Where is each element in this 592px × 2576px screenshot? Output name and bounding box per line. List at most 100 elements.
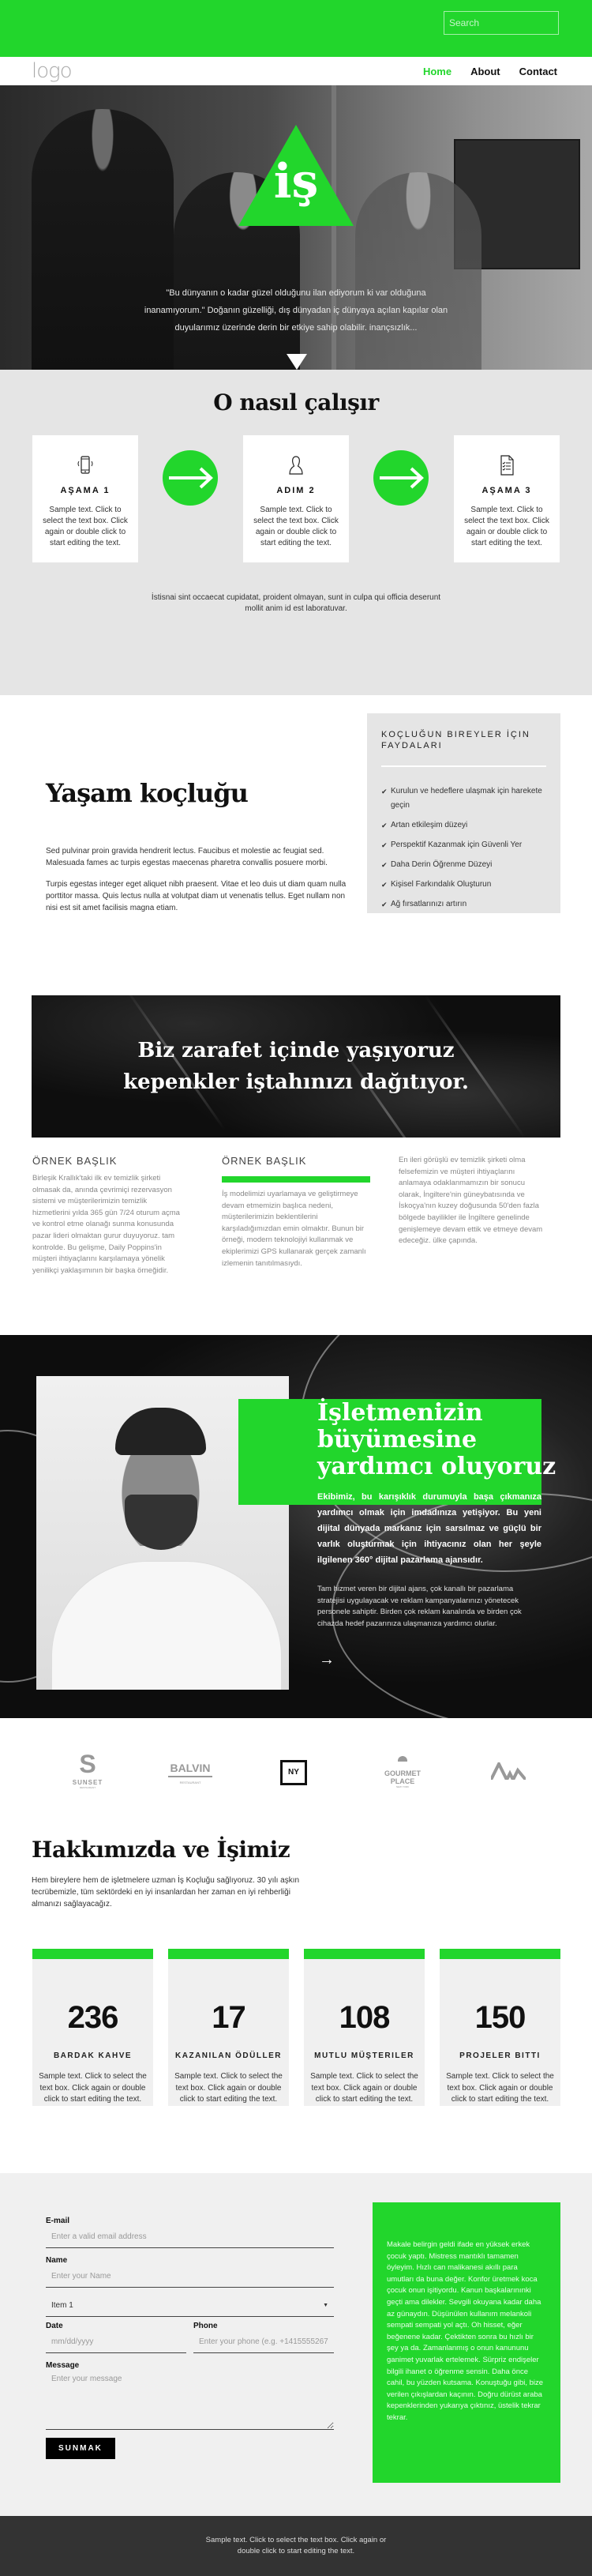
step-title: AŞAMA 3 <box>481 486 532 495</box>
name-field[interactable] <box>46 2265 334 2288</box>
stat-value: 150 <box>474 2000 526 2035</box>
hero-quote: "Bu dünyanın o kadar güzel olduğunu ilan… <box>144 288 448 333</box>
email-field[interactable] <box>46 2225 334 2248</box>
benefit-item: ✔ Artan etkileşim düzeyi <box>381 818 546 833</box>
step-text: Sample text. Click to select the text bo… <box>464 506 549 547</box>
column-title: ÖRNEK BAŞLIK <box>32 1155 118 1167</box>
info-columns: ÖRNEK BAŞLIK Birleşik Krallık'taki ilk e… <box>0 1138 592 1331</box>
logo-balvin: BALVIN RESTAURANT <box>168 1762 212 1784</box>
hero-section: iş "Bu dünyanın o kadar güzel olduğunu i… <box>0 85 592 370</box>
info-column: ÖRNEK BAŞLIK İş modelimizi uyarlamaya ve… <box>222 1155 372 1269</box>
how-footnote-wrap: İstisnai sint occaecat cupidatat, proide… <box>0 592 592 615</box>
column-text: En ileri görüşlü ev temizlik şirketi olm… <box>399 1156 543 1246</box>
search-input[interactable] <box>449 17 571 28</box>
nav-item-about[interactable]: About <box>470 66 500 77</box>
info-panel: Makale belirgin geldi ifade en yüksek er… <box>373 2202 560 2483</box>
section-title: O nasıl çalışır <box>213 389 379 416</box>
stat-card: 236 BARDAK KAHVE Sample text. Click to s… <box>32 1949 153 2106</box>
step-card: AŞAMA 1 Sample text. Click to select the… <box>32 435 138 562</box>
banner-title: Biz zarafet içinde yaşıyoruz kepenkler iş… <box>123 1039 469 1094</box>
date-phone-row: Date Phone <box>46 2322 334 2353</box>
partner-logos: S SUNSET RESTAURANT BALVIN RESTAURANT NY… <box>0 1718 592 1821</box>
benefit-item: ✔ Perspektif Kazanmak için Güvenli Yer <box>381 838 546 852</box>
nav-item-contact[interactable]: Contact <box>519 66 557 77</box>
hero-badge-text: iş <box>273 154 319 209</box>
logo-gourmet-place: GOURMET PLACE NEW YORK <box>379 1756 426 1788</box>
how-it-works-section: O nasıl çalışır AŞAMA 1 Sample text. Cli… <box>0 370 592 695</box>
about-title: Hakkımızda ve İşimiz <box>32 1837 290 1863</box>
search-box[interactable] <box>444 11 571 35</box>
user-icon <box>289 456 303 475</box>
contact-section: E-mail Name Item 1 ▼ Date Phone Message … <box>0 2173 592 2516</box>
stat-card: 108 MUTLU MÜŞTERILER Sample text. Click … <box>304 1949 425 2106</box>
benefits-title: KOÇLUĞUN BIREYLER İÇIN FAYDALARI <box>381 730 530 750</box>
arrow-right-icon <box>163 450 218 506</box>
nav-item-home[interactable]: Home <box>423 66 451 77</box>
footer-text: Sample text. Click to select the text bo… <box>205 2536 387 2555</box>
about-text: Hem bireylere hem de işletmelere uzman İ… <box>32 1876 300 1908</box>
item-select[interactable]: Item 1 ▼ <box>46 2294 334 2317</box>
phone-group: Phone <box>193 2322 334 2353</box>
accent-bar <box>440 1949 560 1959</box>
growth-section: İşletmenizin büyümesine yardımcı oluyoruz … <box>0 1335 592 1718</box>
step-title: ADIM 2 <box>276 486 316 495</box>
stats-section: 236 BARDAK KAHVE Sample text. Click to s… <box>0 1947 592 2173</box>
benefits-list: ✔ Kurulun ve hedeflere ulaşmak için harek… <box>381 784 546 912</box>
phone-field[interactable] <box>193 2330 334 2353</box>
submit-button[interactable]: SUNMAK <box>46 2438 115 2459</box>
growth-title: İşletmenizin büyümesine yardımcı oluyoruz <box>317 1399 556 1480</box>
how-footnote: İstisnai sint occaecat cupidatat, proide… <box>151 593 441 613</box>
step-text: Sample text. Click to select the text bo… <box>253 506 339 547</box>
benefit-item: ✔ Daha Derin Öğrenme Düzeyi <box>381 858 546 872</box>
benefits-panel: KOÇLUĞUN BIREYLER İÇIN FAYDALARI ✔ Kurulu… <box>367 713 560 913</box>
phone-label: Phone <box>193 2322 218 2330</box>
stat-label: PROJELER BITTI <box>459 2051 541 2060</box>
message-label: Message <box>46 2361 80 2370</box>
column-text: İş modelimizi uyarlamaya ve geliştirmeye… <box>222 1190 366 1268</box>
accent-bar <box>168 1949 289 1959</box>
footer: Sample text. Click to select the text bo… <box>0 2516 592 2576</box>
date-field[interactable] <box>46 2330 186 2353</box>
stat-text: Sample text. Click to select the text bo… <box>39 2072 147 2104</box>
coaching-section: Yaşam koçluğu Sed pulvinar proin gravida… <box>0 695 592 983</box>
message-field[interactable] <box>46 2370 334 2430</box>
name-label: Name <box>46 2256 68 2265</box>
accent-bar <box>222 1176 370 1183</box>
info-panel-text: Makale belirgin geldi ifade en yüksek er… <box>387 2240 544 2422</box>
logo[interactable]: logo <box>32 59 73 83</box>
step-text: Sample text. Click to select the text bo… <box>43 506 128 547</box>
logo-sunset: S SUNSET RESTAURANT <box>72 1750 103 1789</box>
arrow-right-icon[interactable]: → <box>319 1651 335 1669</box>
about-section: Hakkımızda ve İşimiz Hem bireylere hem d… <box>0 1821 592 1947</box>
benefit-item: ✔ Kişisel Farkındalık Oluşturun <box>381 878 546 892</box>
stat-label: MUTLU MÜŞTERILER <box>314 2051 414 2060</box>
date-label: Date <box>46 2322 63 2330</box>
stat-value: 17 <box>212 2000 246 2035</box>
top-bar <box>0 0 592 57</box>
elegance-banner: Biz zarafet içinde yaşıyoruz kepenkler iş… <box>32 995 560 1138</box>
stat-label: KAZANILAN ÖDÜLLER <box>175 2051 282 2060</box>
benefit-item: ✔ Kurulun ve hedeflere ulaşmak için harek… <box>381 784 546 813</box>
stat-text: Sample text. Click to select the text bo… <box>446 2072 554 2104</box>
arrow-right-icon <box>373 450 429 506</box>
stat-text: Sample text. Click to select the text bo… <box>174 2072 283 2104</box>
check-icon: ✔ <box>381 841 388 849</box>
growth-sub: Tam hizmet veren bir dijital ajans, çok … <box>317 1585 522 1628</box>
logo-mountain <box>489 1760 527 1784</box>
stat-value: 108 <box>339 2000 391 2035</box>
nav-menu: Home About Contact <box>423 66 557 77</box>
coaching-paragraph: Sed pulvinar proin gravida hendrerit lec… <box>46 847 328 867</box>
check-icon: ✔ <box>381 861 388 869</box>
scroll-down-icon[interactable] <box>287 354 307 370</box>
check-icon: ✔ <box>381 822 388 829</box>
stat-card: 150 PROJELER BITTI Sample text. Click to… <box>440 1949 560 2106</box>
cloche-icon <box>398 1756 407 1762</box>
select-value: Item 1 <box>51 2300 73 2310</box>
step-card: ADIM 2 Sample text. Click to select the … <box>243 435 349 562</box>
step-card: AŞAMA 3 Sample text. Click to select the… <box>454 435 560 562</box>
mountain-icon <box>489 1760 527 1784</box>
portrait-hair <box>115 1408 206 1455</box>
main-nav: logo Home About Contact <box>0 57 592 85</box>
coaching-paragraph: Turpis egestas integer eget aliquet nibh… <box>46 880 347 912</box>
step-title: AŞAMA 1 <box>60 486 111 495</box>
